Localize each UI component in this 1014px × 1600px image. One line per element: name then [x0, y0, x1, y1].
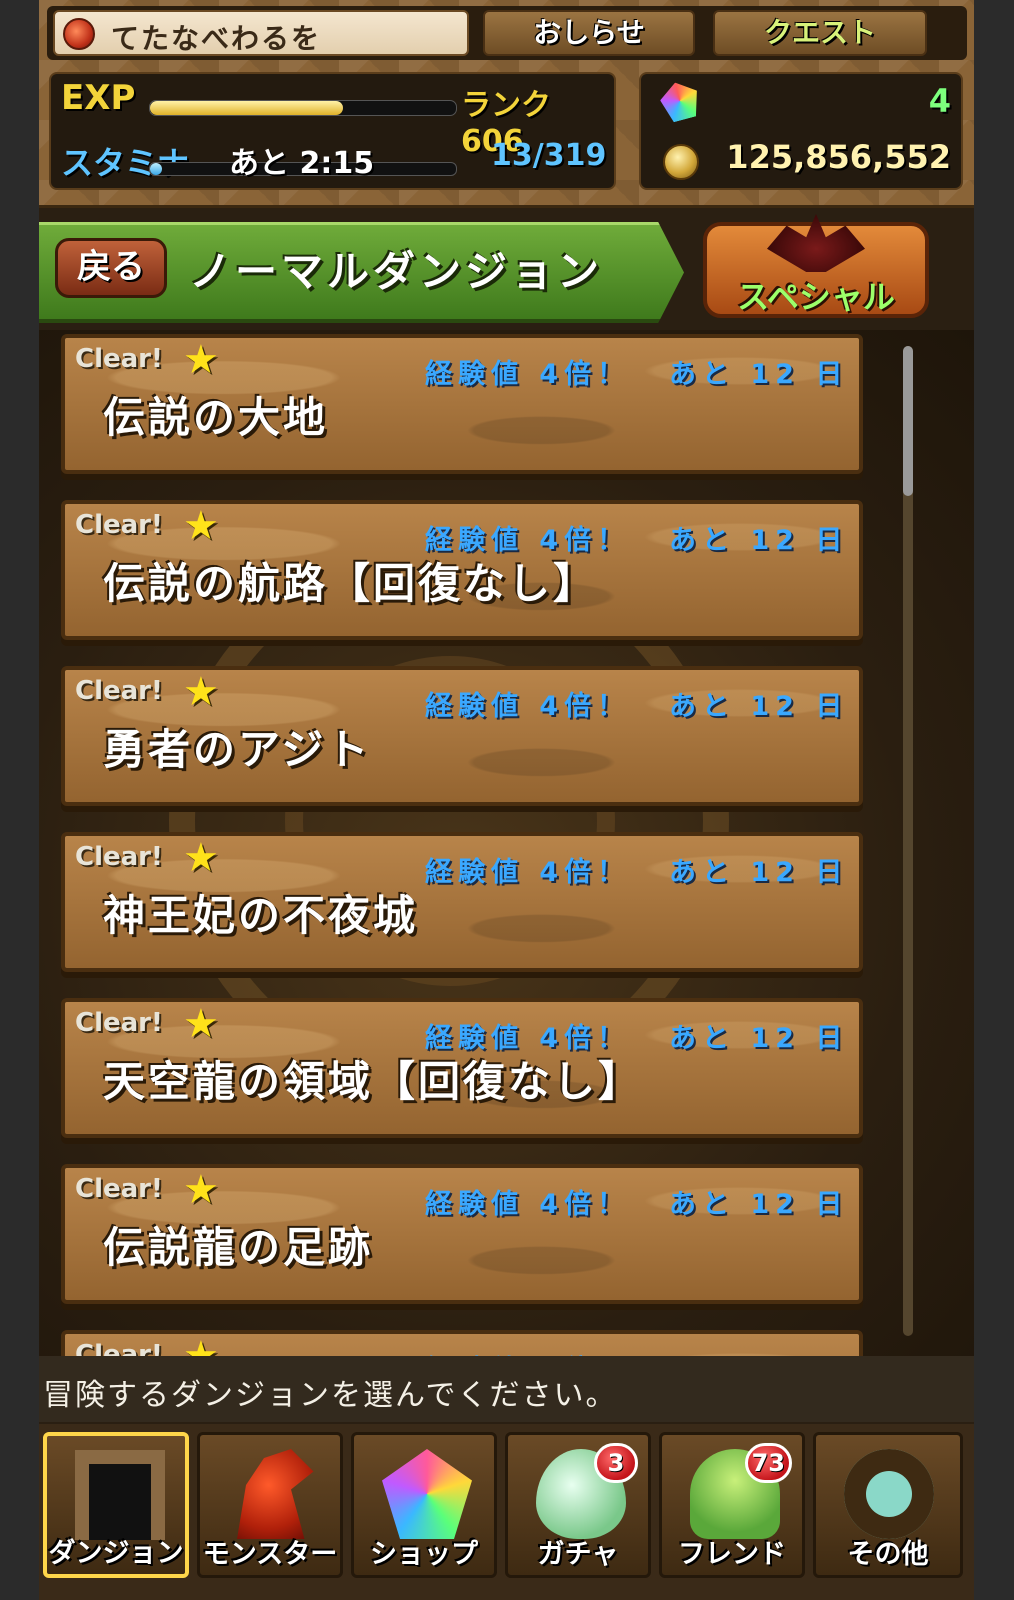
days-left-label: あと 12 日: [669, 857, 849, 888]
notification-badge: 3: [594, 1443, 638, 1483]
status-header: てたなべわるを おしらせ クエスト EXP ランク 606 スタミナ あと 2:…: [39, 0, 974, 208]
other-icon: [844, 1449, 934, 1539]
star-icon: ★: [183, 1001, 219, 1047]
days-left-label: あと 12 日: [669, 1348, 848, 1356]
clear-label: Clear!: [75, 1008, 163, 1038]
instruction-bar: 冒険するダンジョンを選んでください。: [39, 1356, 974, 1422]
nav-label: その他: [847, 1539, 929, 1570]
nav-label: ダンジョン: [48, 1538, 184, 1569]
exp-bar: [149, 100, 457, 116]
dungeon-list-item[interactable]: Clear! ★ 経験値 4倍！ あと 12 日 天空龍の領域【回復なし】: [61, 998, 863, 1138]
nav-label: モンスター: [202, 1539, 338, 1570]
exp-bar-fill: [150, 101, 343, 115]
clear-label: Clear!: [75, 842, 163, 872]
special-dungeon-button[interactable]: スペシャル: [703, 214, 929, 318]
scrollbar-thumb[interactable]: [903, 346, 913, 496]
bottom-navigation: ダンジョン モンスター ショップ 3 ガチャ 73 フレンド その他: [39, 1424, 974, 1600]
days-left-label: あと 12 日: [669, 1189, 849, 1220]
clear-label: Clear!: [75, 510, 163, 540]
nav-dungeon[interactable]: ダンジョン: [43, 1432, 189, 1578]
clear-label: Clear!: [75, 1340, 163, 1356]
exp-stamina-panel: EXP ランク 606 スタミナ あと 2:15 13/319: [49, 72, 616, 190]
exp-bonus-label: 経験値 4倍！: [425, 359, 631, 390]
quest-button[interactable]: クエスト: [713, 10, 927, 56]
dungeon-gate-icon: [75, 1450, 165, 1540]
instruction-text: 冒険するダンジョンを選んでください。: [43, 1378, 618, 1413]
notification-badge: 73: [744, 1443, 792, 1483]
list-scrollbar[interactable]: [903, 346, 913, 1336]
star-icon: ★: [183, 1333, 219, 1356]
currency-panel: 4 125,856,552: [639, 72, 963, 190]
nav-label: ショップ: [370, 1539, 478, 1570]
exp-bonus-label: 経験値 4倍！: [425, 1189, 631, 1220]
stamina-timer: あと 2:15: [229, 146, 375, 181]
dungeon-list-item[interactable]: Clear! ★ 経験値 4倍！ あと 12 日 神王妃の不夜城: [61, 832, 863, 972]
days-left-label: あと 12 日: [669, 1023, 849, 1054]
dungeon-list-item[interactable]: Clear! ★ 経験値 4倍！ あと 12 日 勇者のアジト: [61, 666, 863, 806]
dungeon-name: 伝説の航路【回復なし】: [103, 559, 599, 608]
back-button[interactable]: 戻る: [55, 238, 167, 298]
magic-stone-icon: [657, 78, 704, 125]
dungeon-list[interactable]: Clear! ★ 経験値 4倍！ あと 12 日 伝説の大地 Clear! ★ …: [39, 330, 974, 1356]
nav-shop[interactable]: ショップ: [351, 1432, 497, 1578]
nav-gacha[interactable]: 3 ガチャ: [505, 1432, 651, 1578]
clear-label: Clear!: [75, 344, 163, 374]
days-left-label: あと 12 日: [669, 359, 849, 390]
stamina-bar-fill: [150, 163, 163, 175]
news-button[interactable]: おしらせ: [483, 10, 695, 56]
nav-monster[interactable]: モンスター: [197, 1432, 343, 1578]
dungeon-list-item[interactable]: Clear! ★ 経験値 4倍！ あと 12 日: [61, 1330, 863, 1356]
exp-bonus-label: 経験値 4倍！: [425, 1348, 630, 1356]
dungeon-list-item[interactable]: Clear! ★ 経験値 4倍！ あと 12 日 伝説の大地: [61, 334, 863, 474]
magic-stone-icon: [382, 1449, 472, 1539]
clear-label: Clear!: [75, 676, 163, 706]
player-name-field[interactable]: てたなべわるを: [53, 10, 469, 56]
dungeon-name: 伝説の大地: [103, 393, 329, 442]
dungeon-name: 天空龍の領域【回復なし】: [103, 1057, 644, 1106]
days-left-label: あと 12 日: [669, 525, 849, 556]
nav-friend[interactable]: 73 フレンド: [659, 1432, 805, 1578]
nav-label: フレンド: [678, 1539, 786, 1570]
dungeon-list-item[interactable]: Clear! ★ 経験値 4倍！ あと 12 日 伝説龍の足跡: [61, 1164, 863, 1304]
star-icon: ★: [183, 835, 219, 881]
days-left-label: あと 12 日: [669, 691, 849, 722]
top-bar: てたなべわるを おしらせ クエスト: [47, 6, 967, 60]
star-icon: ★: [183, 1167, 219, 1213]
dungeon-name: 伝説龍の足跡: [103, 1223, 374, 1272]
magic-stone-count: 4: [928, 82, 951, 120]
exp-bonus-label: 経験値 4倍！: [425, 857, 631, 888]
dungeon-name: 神王妃の不夜城: [103, 891, 419, 940]
player-avatar-icon: [63, 18, 95, 50]
player-name: てたなべわるを: [111, 22, 322, 55]
nav-other[interactable]: その他: [813, 1432, 963, 1578]
dragon-icon: [767, 214, 865, 272]
coin-icon: [663, 144, 699, 180]
star-icon: ★: [183, 503, 219, 549]
stamina-label: スタミナ: [61, 144, 190, 182]
special-label: スペシャル: [737, 278, 895, 316]
clear-label: Clear!: [75, 1174, 163, 1204]
exp-bonus-label: 経験値 4倍！: [425, 691, 631, 722]
page-title: ノーマルダンジョン: [189, 247, 604, 296]
star-icon: ★: [183, 337, 219, 383]
red-dragon-icon: [237, 1449, 314, 1539]
dungeon-name: 勇者のアジト: [103, 725, 372, 774]
star-icon: ★: [183, 669, 219, 715]
dungeon-list-item[interactable]: Clear! ★ 経験値 4倍！ あと 12 日 伝説の航路【回復なし】: [61, 500, 863, 640]
coin-count: 125,856,552: [726, 138, 951, 176]
exp-label: EXP: [61, 78, 136, 118]
stamina-count: 13/319: [491, 138, 607, 173]
nav-label: ガチャ: [537, 1539, 619, 1570]
game-screen: てたなべわるを おしらせ クエスト EXP ランク 606 スタミナ あと 2:…: [39, 0, 974, 1600]
